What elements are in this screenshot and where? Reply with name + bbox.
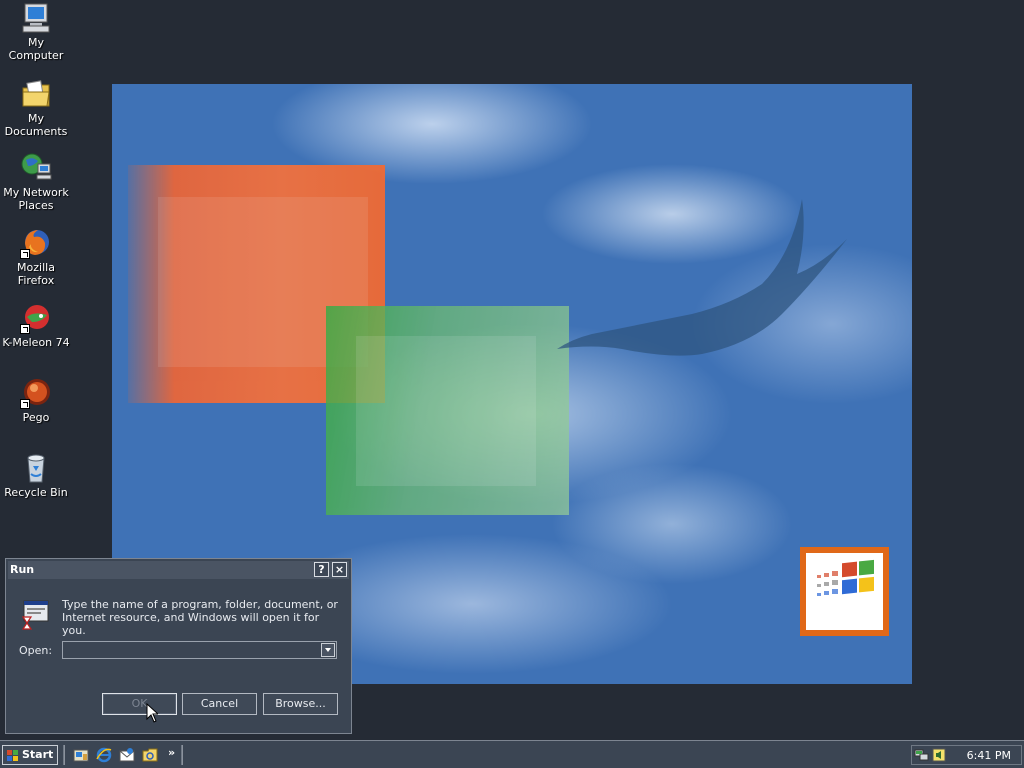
run-dialog: Run ? × Type the name of a program, fold… (5, 558, 352, 734)
desktop-icon-label: K-Meleon 74 (2, 336, 70, 349)
run-dialog-titlebar[interactable]: Run ? × (8, 561, 349, 579)
wallpaper-green-pane (326, 306, 569, 515)
firefox-icon (20, 227, 52, 259)
taskbar-separator (181, 745, 183, 765)
windows-flag-icon (817, 559, 874, 596)
k-meleon-icon (20, 302, 52, 334)
quick-launch-more-button[interactable]: » (168, 746, 175, 759)
run-dialog-description: Type the name of a program, folder, docu… (62, 598, 338, 637)
outlook-express-icon[interactable] (119, 747, 135, 763)
desktop-icon-pego[interactable]: Pego (0, 377, 72, 424)
help-icon: ? (318, 563, 325, 576)
wallpaper-diver-silhouette (557, 199, 847, 356)
windows-logo (800, 547, 889, 636)
my-documents-icon (20, 78, 52, 110)
desktop-icon-label: Mozilla Firefox (17, 261, 55, 287)
desktop-icon-recycle-bin[interactable]: Recycle Bin (0, 452, 72, 499)
shortcut-arrow-icon (20, 399, 30, 409)
desktop-icon-label: Recycle Bin (4, 486, 68, 499)
desktop-icon-label: Pego (22, 411, 50, 424)
chevron-down-icon[interactable] (321, 643, 335, 657)
windows-explorer-icon[interactable] (142, 747, 158, 763)
help-button[interactable]: ? (314, 562, 329, 577)
start-button[interactable]: Start (2, 745, 58, 765)
cancel-button[interactable]: Cancel (182, 693, 257, 715)
run-program-icon (21, 600, 49, 630)
taskbar-separator (63, 745, 65, 765)
shortcut-arrow-icon (20, 324, 30, 334)
start-label: Start (22, 748, 54, 761)
desktop-icon-label: My Network Places (3, 186, 69, 212)
system-tray: 6:41 PM (911, 745, 1022, 765)
open-input[interactable] (64, 643, 320, 657)
internet-explorer-icon[interactable] (96, 747, 112, 763)
network-places-icon (20, 152, 52, 184)
desktop-icon-mozilla-firefox[interactable]: Mozilla Firefox (0, 227, 72, 287)
desktop-icon-my-documents[interactable]: My Documents (0, 78, 72, 138)
desktop-icon-label: My Computer (8, 36, 64, 62)
show-desktop-icon[interactable] (73, 747, 89, 763)
network-connection-icon[interactable] (914, 748, 930, 762)
open-combobox[interactable] (62, 641, 337, 659)
desktop-icon-my-computer[interactable]: My Computer (0, 2, 72, 62)
desktop-icon-my-network-places[interactable]: My Network Places (0, 152, 72, 212)
windows-flag-icon (7, 750, 18, 761)
shortcut-arrow-icon (20, 249, 30, 259)
close-icon: × (334, 563, 345, 576)
taskbar: Start » 6:41 PM (0, 740, 1024, 768)
browse-button[interactable]: Browse... (263, 693, 338, 715)
ok-button[interactable]: OK (102, 693, 177, 715)
close-button[interactable]: × (332, 562, 347, 577)
volume-icon[interactable] (932, 748, 946, 762)
my-computer-icon (20, 2, 52, 34)
mouse-cursor-icon (146, 703, 158, 723)
open-label: Open: (19, 644, 53, 657)
pego-icon (20, 377, 52, 409)
clock[interactable]: 6:41 PM (967, 749, 1011, 762)
recycle-bin-icon (20, 452, 52, 484)
run-dialog-title: Run (10, 563, 35, 576)
desktop-icon-k-meleon[interactable]: K-Meleon 74 (0, 302, 72, 349)
desktop-icon-label: My Documents (4, 112, 68, 138)
